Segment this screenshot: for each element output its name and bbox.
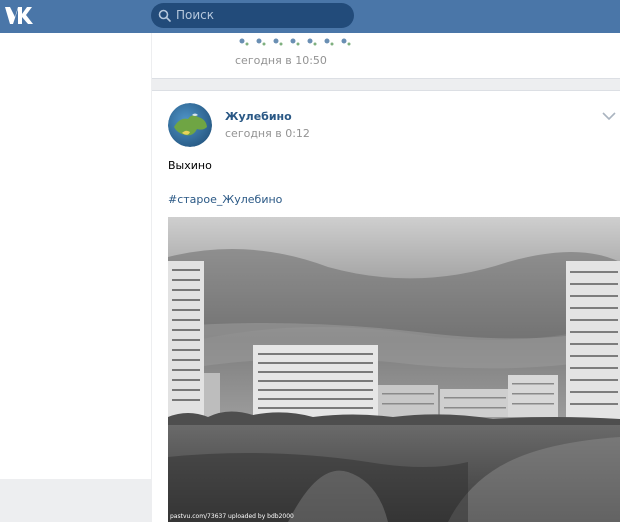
search-icon: [158, 9, 171, 22]
left-sidebar: [0, 33, 151, 479]
post-time[interactable]: сегодня в 0:12: [225, 127, 310, 140]
post-photo[interactable]: pastvu.com/73637 uploaded by bdb2000: [168, 217, 620, 522]
previous-post-time[interactable]: сегодня в 10:50: [235, 54, 327, 67]
top-bar: Поиск: [0, 0, 620, 33]
post-hashtag[interactable]: #старое_Жулебино: [168, 193, 282, 206]
post-author[interactable]: Жулебино: [225, 110, 292, 123]
post-card: Жулебино сегодня в 0:12 Выхино #старое_Ж…: [152, 90, 620, 522]
previous-post-card: сегодня в 10:50: [152, 33, 620, 79]
chevron-down-icon[interactable]: [602, 112, 616, 121]
emoji-row-icon: [239, 38, 351, 46]
avatar[interactable]: [168, 103, 212, 147]
search-input[interactable]: Поиск: [151, 3, 354, 28]
avatar-image: [168, 103, 212, 147]
post-text: Выхино: [168, 159, 212, 172]
photo-image: [168, 217, 620, 522]
search-placeholder: Поиск: [176, 8, 215, 22]
vk-logo-icon[interactable]: [4, 4, 36, 26]
left-sidebar-footer: [0, 479, 151, 521]
photo-watermark: pastvu.com/73637 uploaded by bdb2000: [170, 513, 294, 520]
